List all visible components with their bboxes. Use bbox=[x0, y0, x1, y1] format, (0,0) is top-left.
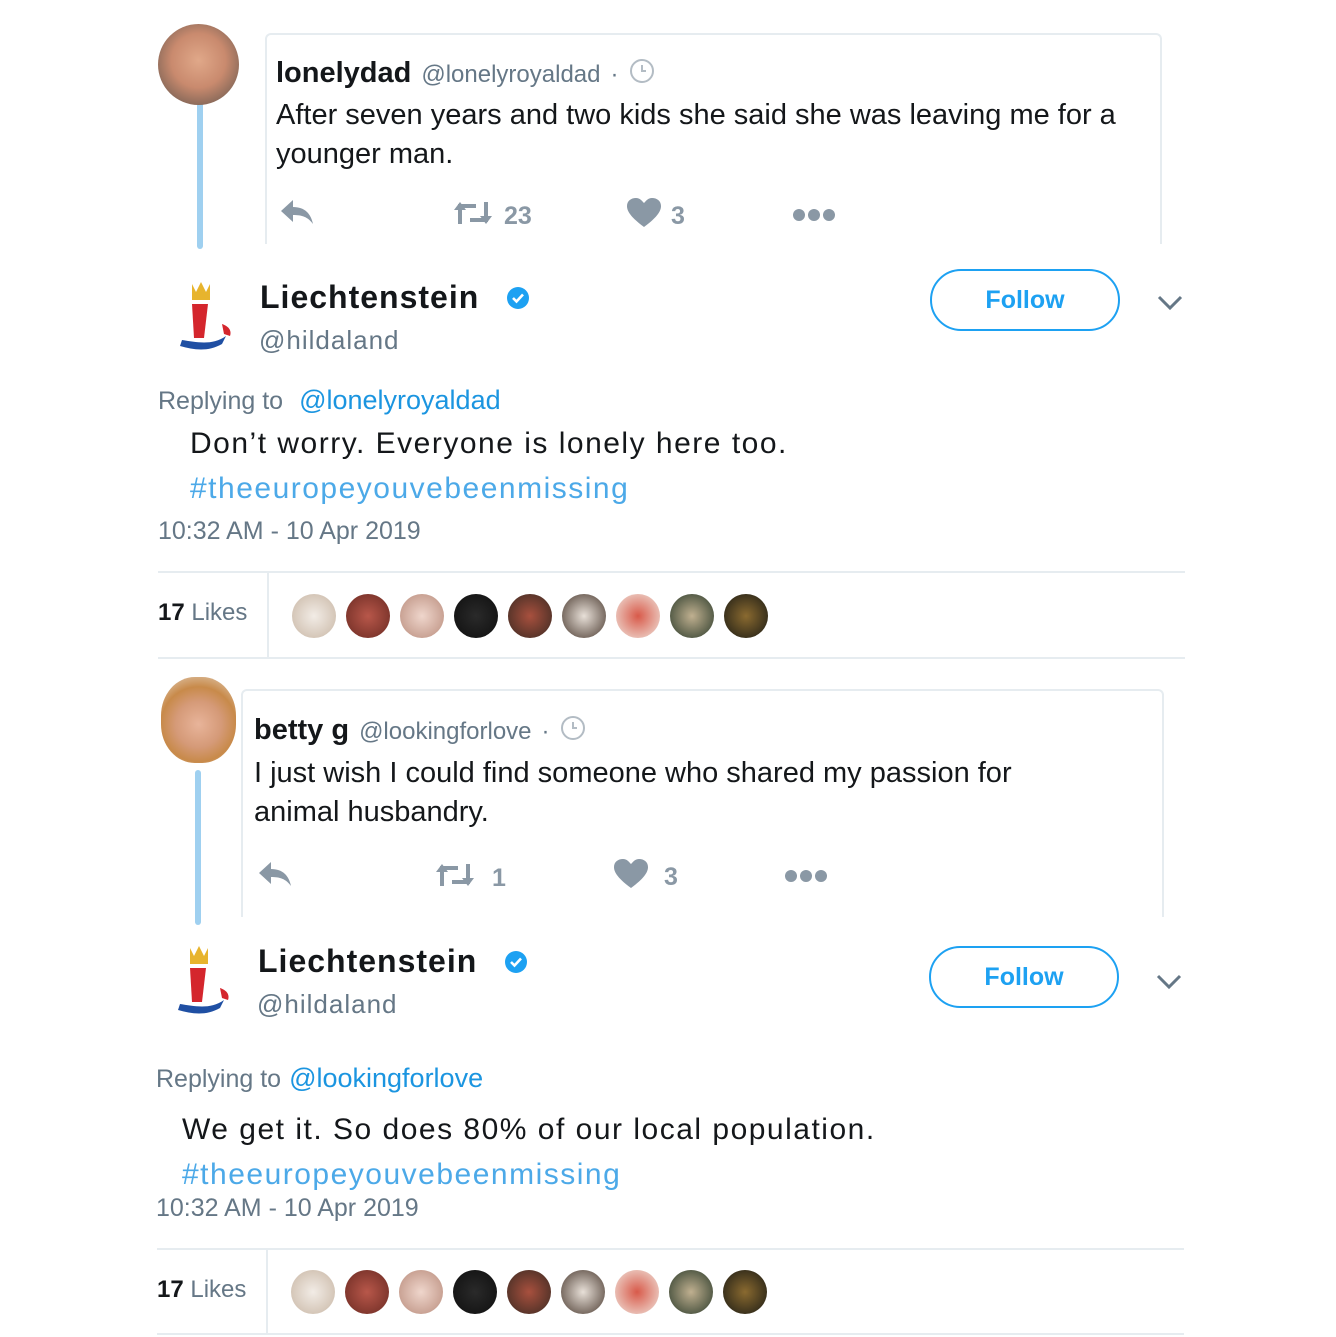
liker-avatar[interactable] bbox=[616, 594, 660, 638]
retweet-button[interactable]: 1 bbox=[434, 860, 506, 897]
liker-avatar[interactable] bbox=[399, 1270, 443, 1314]
divider bbox=[157, 1333, 1184, 1335]
heart-icon bbox=[627, 198, 661, 235]
quoted-text: After seven years and two kids she said … bbox=[276, 99, 1116, 170]
retweet-icon bbox=[452, 198, 494, 235]
liker-avatar[interactable] bbox=[507, 1270, 551, 1314]
likers-row bbox=[292, 594, 768, 638]
reply-icon bbox=[278, 196, 316, 235]
tweet-text: We get it. So does 80% of our local popu… bbox=[182, 1113, 876, 1146]
divider bbox=[158, 571, 1185, 573]
timestamp[interactable]: 10:32 AM - 10 Apr 2019 bbox=[156, 1194, 419, 1223]
account-handle[interactable]: @hildaland bbox=[257, 989, 397, 1020]
clock-icon bbox=[629, 58, 655, 89]
separator-dot: · bbox=[541, 718, 550, 745]
likes-count[interactable]: 17 bbox=[157, 1276, 184, 1303]
likers-row bbox=[291, 1270, 767, 1314]
retweet-button[interactable]: 23 bbox=[452, 198, 532, 235]
retweet-count: 23 bbox=[504, 202, 532, 230]
liker-avatar[interactable] bbox=[292, 594, 336, 638]
liker-avatar[interactable] bbox=[508, 594, 552, 638]
liker-avatar[interactable] bbox=[454, 594, 498, 638]
quoted-text: I just wish I could find someone who sha… bbox=[254, 757, 1012, 828]
liker-avatar[interactable] bbox=[345, 1270, 389, 1314]
hashtag-link[interactable]: #theeuropeyouvebeenmissing bbox=[182, 1152, 621, 1197]
liker-avatar[interactable] bbox=[291, 1270, 335, 1314]
chevron-down-icon[interactable] bbox=[1156, 973, 1182, 996]
hashtag-link[interactable]: #theeuropeyouvebeenmissing bbox=[190, 466, 629, 511]
divider bbox=[267, 573, 269, 657]
likes-count[interactable]: 17 bbox=[158, 599, 185, 626]
quoted-handle[interactable]: @lookingforlove bbox=[359, 718, 531, 746]
like-count: 3 bbox=[671, 202, 685, 230]
more-icon bbox=[784, 870, 828, 887]
likes-label[interactable]: Likes bbox=[191, 599, 247, 626]
divider bbox=[266, 1250, 268, 1334]
account-handle[interactable]: @hildaland bbox=[259, 325, 399, 356]
verified-badge-icon bbox=[506, 286, 530, 315]
liker-avatar[interactable] bbox=[615, 1270, 659, 1314]
thread-line bbox=[195, 770, 201, 925]
reply-action-button[interactable] bbox=[278, 196, 316, 235]
account-name[interactable]: Liechtenstein bbox=[258, 943, 477, 980]
more-button[interactable] bbox=[792, 208, 836, 227]
quoted-handle[interactable]: @lonelyroyaldad bbox=[421, 61, 600, 89]
account-name[interactable]: Liechtenstein bbox=[260, 279, 479, 316]
replying-to-link[interactable]: @lonelyroyaldad bbox=[299, 385, 501, 416]
replying-label: Replying to bbox=[156, 1065, 282, 1093]
chevron-down-icon[interactable] bbox=[1157, 294, 1183, 317]
liker-avatar[interactable] bbox=[723, 1270, 767, 1314]
reply-action-button[interactable] bbox=[256, 858, 294, 897]
like-button[interactable]: 3 bbox=[614, 859, 678, 896]
liker-avatar[interactable] bbox=[670, 594, 714, 638]
liechtenstein-logo[interactable] bbox=[176, 278, 240, 359]
liker-avatar[interactable] bbox=[453, 1270, 497, 1314]
retweet-count: 1 bbox=[492, 864, 506, 892]
liker-avatar[interactable] bbox=[724, 594, 768, 638]
avatar[interactable] bbox=[161, 677, 236, 763]
liker-avatar[interactable] bbox=[669, 1270, 713, 1314]
liker-avatar[interactable] bbox=[346, 594, 390, 638]
heart-icon bbox=[614, 859, 648, 896]
like-button[interactable]: 3 bbox=[627, 198, 685, 235]
thread-line bbox=[197, 102, 203, 249]
liker-avatar[interactable] bbox=[400, 594, 444, 638]
follow-button[interactable]: Follow bbox=[929, 946, 1119, 1008]
follow-button[interactable]: Follow bbox=[930, 269, 1120, 331]
clock-icon bbox=[560, 715, 586, 746]
quoted-name[interactable]: lonelydad bbox=[276, 57, 411, 90]
more-icon bbox=[792, 209, 836, 226]
retweet-icon bbox=[434, 860, 476, 897]
liker-avatar[interactable] bbox=[562, 594, 606, 638]
replying-label: Replying to bbox=[158, 387, 284, 415]
verified-badge-icon bbox=[504, 950, 528, 979]
like-count: 3 bbox=[664, 863, 678, 891]
likes-label[interactable]: Likes bbox=[190, 1276, 246, 1303]
divider bbox=[158, 657, 1185, 659]
divider bbox=[157, 1248, 1184, 1250]
tweet-text: Don’t worry. Everyone is lonely here too… bbox=[190, 427, 788, 460]
liker-avatar[interactable] bbox=[561, 1270, 605, 1314]
more-button[interactable] bbox=[784, 869, 828, 888]
liechtenstein-logo[interactable] bbox=[174, 942, 238, 1023]
quoted-name[interactable]: betty g bbox=[254, 714, 349, 747]
separator-dot: · bbox=[610, 61, 619, 88]
avatar[interactable] bbox=[158, 24, 239, 105]
reply-icon bbox=[256, 858, 294, 897]
timestamp[interactable]: 10:32 AM - 10 Apr 2019 bbox=[158, 517, 421, 546]
replying-to-link[interactable]: @lookingforlove bbox=[289, 1063, 483, 1094]
